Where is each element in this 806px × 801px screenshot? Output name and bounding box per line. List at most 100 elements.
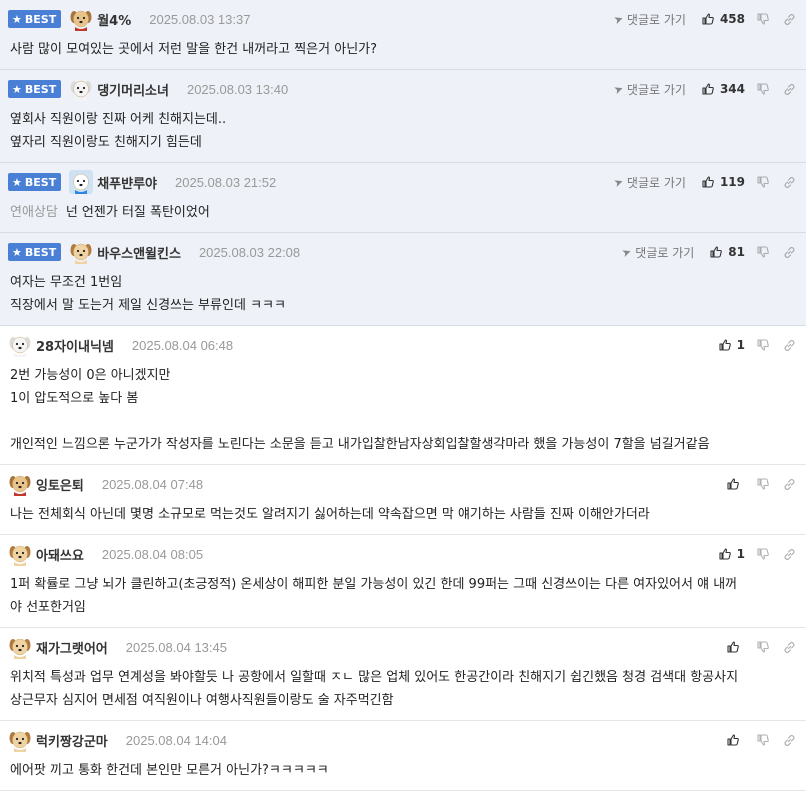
link-icon[interactable] [783, 246, 796, 259]
like-button[interactable] [727, 734, 745, 746]
comment-text: 에어팟 끼고 통화 한건데 본인만 모른거 아닌가?ㅋㅋㅋㅋㅋ [10, 763, 329, 778]
avatar[interactable] [69, 240, 93, 264]
timestamp: 2025.08.04 07:48 [101, 476, 204, 492]
comment-text: 나는 전체회식 아닌데 몇명 소규모로 먹는것도 알려지기 싫어하는데 약속잡으… [10, 507, 650, 522]
comment-text: 직장에서 말 도는거 제일 신경쓰는 부류인데 ㅋㅋㅋ [10, 298, 286, 313]
thumbs-up-icon [702, 176, 714, 188]
avatar[interactable] [69, 170, 94, 194]
nickname[interactable]: 아돼쓰요 [36, 545, 84, 564]
comment-tools [727, 473, 796, 495]
thumbs-down-icon[interactable] [757, 548, 769, 560]
best-badge-label: BEST [24, 12, 57, 26]
link-icon[interactable] [783, 176, 796, 189]
goto-comment-label: 댓글로 가기 [626, 175, 686, 190]
comment: 아돼쓰요 2025.08.04 08:05 1 1퍼 확률로 그냥 뇌가 클린하고(초… [0, 535, 806, 628]
avatar[interactable] [8, 333, 32, 357]
comment-text-line: 1이 압도적으로 높다 봄 [10, 387, 796, 410]
nickname[interactable]: 잉토은퇴 [36, 475, 84, 494]
send-arrow-icon: ➤ [620, 244, 634, 260]
thumbs-down-icon[interactable] [757, 641, 769, 653]
timestamp: 2025.08.04 08:05 [101, 546, 204, 562]
comment-header: 28자이내닉넴 2025.08.04 06:48 1 [8, 333, 796, 357]
like-button[interactable]: 458 [702, 12, 745, 26]
comment-body: 에어팟 끼고 통화 한건데 본인만 모른거 아닌가?ㅋㅋㅋㅋㅋ [8, 751, 796, 790]
nickname[interactable]: 바우스앤윌킨스 [97, 243, 181, 262]
comment-text-line: 1퍼 확률로 그냥 뇌가 클린하고(초긍정적) 온세상이 해피한 분일 가능성이… [10, 573, 796, 596]
send-arrow-icon: ➤ [611, 11, 625, 27]
link-icon[interactable] [783, 734, 796, 747]
nickname[interactable]: 럭키짱강군마 [36, 731, 108, 750]
thumbs-down-icon[interactable] [757, 176, 769, 188]
like-count: 81 [728, 245, 745, 259]
avatar[interactable] [8, 635, 32, 659]
timestamp: 2025.08.04 06:48 [131, 337, 234, 353]
best-comment: ★ BEST 댕기머리소녀 2025.08.03 13:40 ➤ 댓글로 가기 344 옆회… [0, 70, 806, 163]
best-badge: ★ BEST [8, 243, 62, 261]
best-badge-label: BEST [24, 82, 57, 96]
goto-comment-link[interactable]: ➤ 댓글로 가기 [620, 244, 694, 261]
comment-header: 잉토은퇴 2025.08.04 07:48 [8, 472, 796, 496]
comment-text-line: 나는 전체회식 아닌데 몇명 소규모로 먹는것도 알려지기 싫어하는데 약속잡으… [10, 503, 796, 526]
thumbs-down-icon[interactable] [757, 13, 769, 25]
comment-tools: 1 [719, 543, 796, 565]
comment-text: 위치적 특성과 업무 연계성을 봐야할듯 나 공항에서 일할때 ㅈㄴ 많은 업체… [10, 670, 739, 685]
goto-comment-link[interactable]: ➤ 댓글로 가기 [612, 81, 686, 98]
comment-text-line: 위치적 특성과 업무 연계성을 봐야할듯 나 공항에서 일할때 ㅈㄴ 많은 업체… [10, 666, 796, 689]
avatar[interactable] [8, 472, 32, 496]
comment-tools: 1 [719, 334, 796, 356]
timestamp: 2025.08.04 13:45 [125, 639, 227, 655]
link-icon[interactable] [783, 478, 796, 491]
link-icon[interactable] [783, 339, 796, 352]
thumbs-up-icon [719, 548, 731, 560]
like-count: 344 [719, 82, 745, 96]
nickname[interactable]: 월4% [97, 10, 131, 29]
goto-comment-link[interactable]: ➤ 댓글로 가기 [611, 11, 686, 28]
nickname[interactable]: 댕기머리소녀 [97, 80, 169, 99]
thumbs-up-icon [702, 83, 714, 95]
comment: 잉토은퇴 2025.08.04 07:48 나는 전체회식 아닌데 몇명 소규모로 … [0, 465, 806, 535]
comment-tools: ➤ 댓글로 가기 81 [620, 241, 796, 263]
like-count: 1 [736, 338, 745, 352]
thumbs-down-icon[interactable] [757, 83, 769, 95]
like-button[interactable]: 1 [719, 547, 745, 561]
nickname[interactable]: 채푸뱐루야 [97, 173, 157, 192]
send-arrow-icon: ➤ [611, 174, 625, 190]
like-button[interactable]: 119 [702, 175, 745, 189]
nickname[interactable]: 재가그랫어어 [36, 638, 108, 657]
timestamp: 2025.08.03 13:40 [186, 81, 289, 97]
link-icon[interactable] [783, 548, 796, 561]
like-button[interactable] [727, 641, 745, 653]
timestamp: 2025.08.03 22:08 [198, 244, 301, 260]
link-icon[interactable] [783, 13, 796, 26]
thumbs-up-icon [727, 734, 739, 746]
avatar[interactable] [69, 7, 93, 31]
comment-header: ★ BEST 댕기머리소녀 2025.08.03 13:40 ➤ 댓글로 가기 344 [8, 77, 796, 101]
thumbs-down-icon[interactable] [757, 478, 769, 490]
nickname[interactable]: 28자이내닉넴 [36, 336, 114, 355]
thumbs-down-icon[interactable] [757, 246, 769, 258]
avatar[interactable] [8, 728, 32, 752]
like-button[interactable]: 1 [719, 338, 745, 352]
avatar[interactable] [69, 77, 93, 101]
avatar[interactable] [8, 542, 32, 566]
category-tag[interactable]: 연애상담 [10, 205, 58, 220]
like-button[interactable] [727, 478, 745, 490]
goto-comment-link[interactable]: ➤ 댓글로 가기 [611, 174, 686, 191]
comment-header: ★ BEST 월4% 2025.08.03 13:37 ➤ 댓글로 가기 458 [8, 7, 796, 31]
like-button[interactable]: 344 [702, 82, 745, 96]
timestamp: 2025.08.03 13:37 [149, 11, 251, 27]
timestamp: 2025.08.03 21:52 [175, 174, 277, 190]
thumbs-down-icon[interactable] [757, 339, 769, 351]
comment-text: 개인적인 느낌으론 누군가가 작성자를 노린다는 소문을 듣고 내가입찰한남자상… [10, 437, 710, 452]
like-button[interactable]: 81 [710, 245, 745, 259]
link-icon[interactable] [783, 83, 796, 96]
comment-body: 연애상담 넌 언젠가 터질 폭탄이었어 [8, 193, 796, 232]
thumbs-down-icon[interactable] [757, 734, 769, 746]
comment-header: ★ BEST 바우스앤윌킨스 2025.08.03 22:08 ➤ 댓글로 가기 81 [8, 240, 796, 264]
star-icon: ★ [12, 175, 22, 189]
best-badge: ★ BEST [8, 173, 62, 191]
comment-text-line: 상근무자 심지어 면세점 여직원이나 여행사직원들이랑도 술 자주먹긴함 [10, 689, 796, 712]
link-icon[interactable] [783, 641, 796, 654]
comment: 재가그랫어어 2025.08.04 13:45 위치적 특성과 업무 연계성을 봐야… [0, 628, 806, 721]
